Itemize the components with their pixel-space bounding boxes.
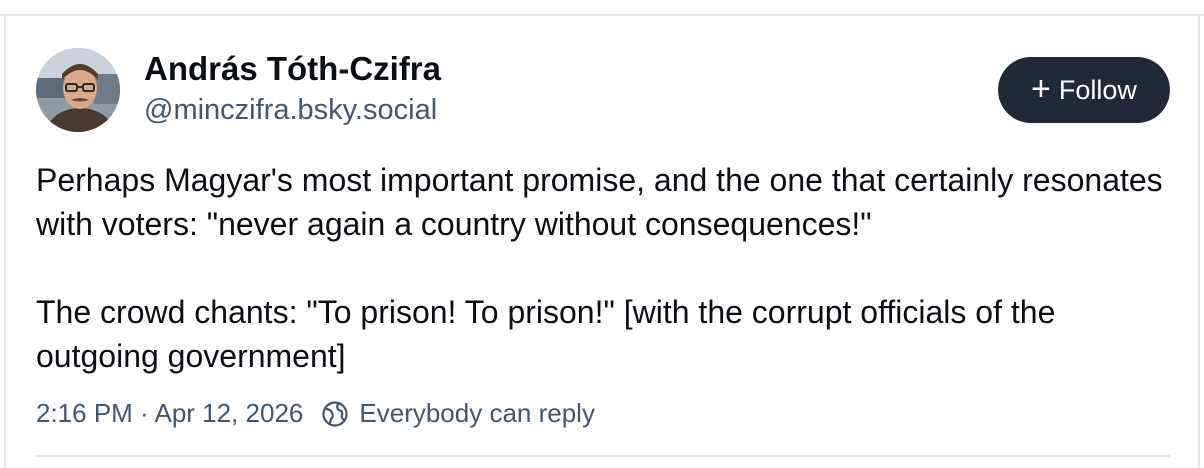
post-meta: 2:16 PM · Apr 12, 2026 Everybody can rep…	[36, 398, 595, 429]
plus-icon: +	[1031, 69, 1051, 108]
follow-button[interactable]: + Follow	[998, 57, 1170, 123]
post-paragraph: Perhaps Magyar's most important promise,…	[36, 162, 1163, 242]
author-handle[interactable]: @minczifra.bsky.social	[144, 94, 437, 127]
globe-icon	[322, 400, 348, 427]
reply-setting[interactable]: Everybody can reply	[321, 398, 595, 429]
author-display-name[interactable]: András Tóth-Czifra	[144, 50, 441, 88]
card-bottom-divider	[36, 455, 1170, 457]
post-paragraph: The crowd chants: "To prison! To prison!…	[36, 294, 1056, 374]
post-timestamp[interactable]: 2:16 PM · Apr 12, 2026	[36, 398, 303, 429]
avatar-photo	[36, 48, 120, 132]
reply-setting-label: Everybody can reply	[359, 398, 595, 428]
avatar[interactable]	[36, 48, 120, 132]
follow-button-label: Follow	[1058, 74, 1137, 105]
post-text: Perhaps Magyar's most important promise,…	[36, 158, 1166, 378]
